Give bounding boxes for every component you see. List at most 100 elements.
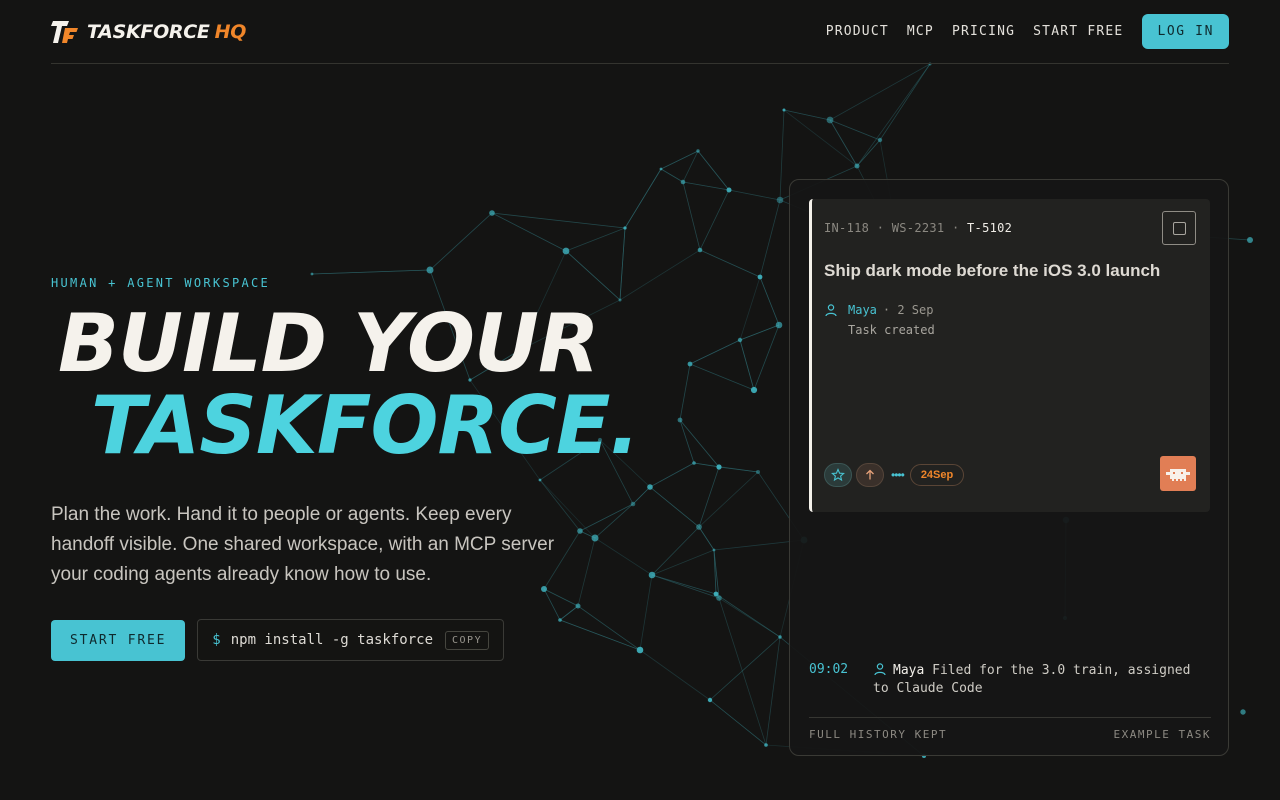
network-edge — [565, 250, 621, 301]
network-edge — [679, 363, 691, 421]
network-edge — [709, 636, 781, 701]
panel-footer: FULL HISTORY KEPT EXAMPLE TASK — [809, 717, 1211, 741]
user-icon — [825, 304, 837, 317]
network-node — [630, 501, 636, 507]
agent-avatar-icon — [1166, 468, 1190, 481]
headline-line-1: BUILD YOUR — [58, 297, 600, 390]
network-edge — [594, 503, 634, 539]
cta-row: START FREE $ npm install -g taskforce CO… — [51, 619, 505, 661]
network-node — [591, 534, 599, 542]
network-edge — [639, 574, 653, 651]
network-edge — [689, 339, 741, 365]
network-edge — [679, 419, 695, 464]
task-ids: IN-118 · WS-2231 · T-5102 — [824, 221, 1012, 235]
network-edge — [856, 63, 931, 167]
network-edge — [759, 276, 780, 326]
network-edge — [649, 486, 700, 528]
task-checkbox[interactable] — [1162, 211, 1196, 245]
network-edge — [753, 324, 780, 391]
priority-button[interactable] — [856, 463, 884, 487]
task-activity: Maya · 2 Sep Task created — [824, 303, 935, 337]
logo[interactable]: TASKFORCE HQ — [51, 18, 246, 46]
network-edge — [829, 63, 931, 121]
network-edge — [739, 276, 761, 341]
brand-suffix: HQ — [214, 21, 247, 43]
id-separator: · — [876, 221, 885, 235]
network-edge — [543, 588, 561, 621]
network-node — [677, 417, 683, 423]
network-edge — [715, 593, 781, 638]
star-button[interactable] — [824, 463, 852, 487]
network-node — [712, 548, 716, 552]
install-command: npm install -g taskforce — [230, 632, 434, 648]
network-edge — [697, 150, 730, 191]
headline-line-2: TASKFORCE. — [91, 379, 640, 472]
network-edge — [693, 462, 759, 473]
network-node — [538, 478, 542, 482]
network-node — [680, 179, 686, 185]
network-edge — [311, 269, 431, 275]
network-edge — [698, 526, 715, 551]
log-body: Maya Filed for the 3.0 train, assigned t… — [873, 662, 1211, 698]
network-edge — [649, 462, 695, 488]
example-task-panel: IN-118 · WS-2231 · T-5102 Ship dark mode… — [789, 179, 1229, 756]
network-edge — [718, 597, 767, 746]
checkbox-icon — [1172, 221, 1186, 235]
network-node — [716, 595, 722, 601]
network-node — [696, 149, 700, 153]
network-edge — [699, 189, 730, 251]
network-edge — [651, 526, 700, 576]
main-nav: PRODUCT MCP PRICING START FREE LOG IN — [808, 14, 1229, 49]
network-edge — [739, 324, 780, 341]
copy-button[interactable]: COPY — [445, 630, 490, 650]
start-free-button[interactable]: START FREE — [51, 619, 186, 661]
network-node — [782, 108, 786, 112]
taskforce-logo-icon — [51, 21, 78, 43]
network-edge — [829, 119, 881, 141]
network-edge — [651, 574, 717, 595]
network-node — [558, 618, 562, 622]
task-id-parent: IN-118 — [824, 221, 870, 235]
network-edge — [559, 619, 641, 651]
network-node — [778, 635, 782, 639]
nav-pricing[interactable]: PRICING — [952, 24, 1015, 39]
network-edge — [682, 150, 699, 183]
network-edge — [624, 168, 662, 229]
footer-example-label: EXAMPLE TASK — [1113, 728, 1211, 741]
network-node — [877, 137, 883, 143]
network-edge — [577, 537, 596, 607]
network-node — [775, 321, 783, 329]
network-edge — [429, 212, 493, 271]
network-node — [1240, 709, 1246, 715]
network-edge — [682, 181, 730, 191]
task-card[interactable]: IN-118 · WS-2231 · T-5102 Ship dark mode… — [809, 199, 1210, 512]
network-node — [426, 266, 434, 274]
install-command-box: $ npm install -g taskforce COPY — [197, 619, 505, 661]
network-edge — [491, 212, 626, 229]
network-node — [716, 464, 722, 470]
network-node — [687, 361, 693, 367]
network-edge — [759, 199, 781, 278]
network-node — [696, 524, 702, 530]
network-node — [577, 528, 583, 534]
network-edge — [559, 605, 579, 621]
network-node — [776, 196, 784, 204]
activity-note: Task created — [848, 323, 935, 337]
network-edge — [689, 363, 755, 391]
agent-avatar — [1160, 456, 1196, 491]
nav-start-free[interactable]: START FREE — [1033, 24, 1123, 39]
network-node — [826, 116, 834, 124]
network-edge — [739, 339, 755, 391]
nav-mcp[interactable]: MCP — [907, 24, 934, 39]
network-edge — [543, 588, 579, 607]
network-node — [750, 386, 758, 394]
prompt-symbol: $ — [212, 632, 221, 648]
network-edge — [577, 605, 641, 651]
network-node — [854, 163, 860, 169]
network-edge — [856, 139, 881, 167]
network-edge — [632, 486, 651, 505]
login-button[interactable]: LOG IN — [1142, 14, 1229, 49]
nav-product[interactable]: PRODUCT — [826, 24, 889, 39]
activity-user: Maya — [848, 303, 877, 317]
network-node — [618, 298, 622, 302]
